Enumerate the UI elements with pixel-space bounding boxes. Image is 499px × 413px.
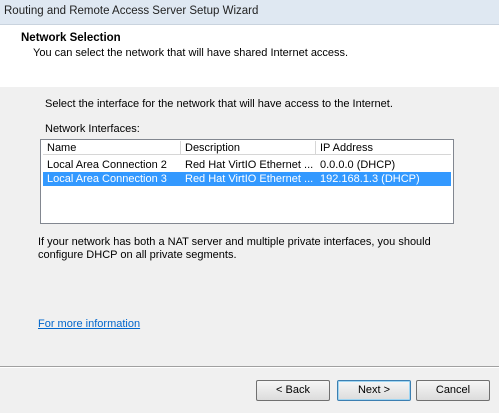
row-description: Red Hat VirtIO Ethernet ... bbox=[185, 173, 314, 185]
back-button[interactable]: < Back bbox=[256, 380, 330, 401]
cancel-button[interactable]: Cancel bbox=[416, 380, 490, 401]
wizard-header: Network Selection You can select the net… bbox=[0, 25, 499, 87]
page-title: Network Selection bbox=[21, 32, 121, 44]
row-name: Local Area Connection 2 bbox=[47, 159, 167, 171]
header-divider bbox=[0, 86, 499, 87]
row-name: Local Area Connection 3 bbox=[47, 173, 167, 185]
window-title: Routing and Remote Access Server Setup W… bbox=[4, 5, 259, 17]
table-row-selected[interactable]: Local Area Connection 3 Red Hat VirtIO E… bbox=[43, 172, 451, 186]
network-interfaces-list[interactable]: Name Description IP Address Local Area C… bbox=[40, 139, 454, 224]
row-ip-address: 0.0.0.0 (DHCP) bbox=[320, 159, 396, 171]
column-header-ip-address[interactable]: IP Address bbox=[316, 141, 451, 155]
dhcp-info-text: If your network has both a NAT server an… bbox=[38, 236, 431, 261]
next-button[interactable]: Next > bbox=[337, 380, 411, 401]
table-row[interactable]: Local Area Connection 2 Red Hat VirtIO E… bbox=[43, 158, 451, 172]
row-description: Red Hat VirtIO Ethernet ... bbox=[185, 159, 314, 171]
network-interfaces-label: Network Interfaces: bbox=[45, 123, 140, 135]
title-bar: Routing and Remote Access Server Setup W… bbox=[0, 0, 499, 25]
more-information-link[interactable]: For more information bbox=[38, 318, 140, 330]
intro-text: Select the interface for the network tha… bbox=[45, 98, 393, 110]
row-ip-address: 192.168.1.3 (DHCP) bbox=[320, 173, 420, 185]
list-header: Name Description IP Address bbox=[43, 141, 451, 156]
column-header-description[interactable]: Description bbox=[181, 141, 316, 155]
column-header-name[interactable]: Name bbox=[43, 141, 181, 155]
page-subtitle: You can select the network that will hav… bbox=[33, 47, 349, 59]
footer-divider-highlight bbox=[0, 367, 499, 368]
